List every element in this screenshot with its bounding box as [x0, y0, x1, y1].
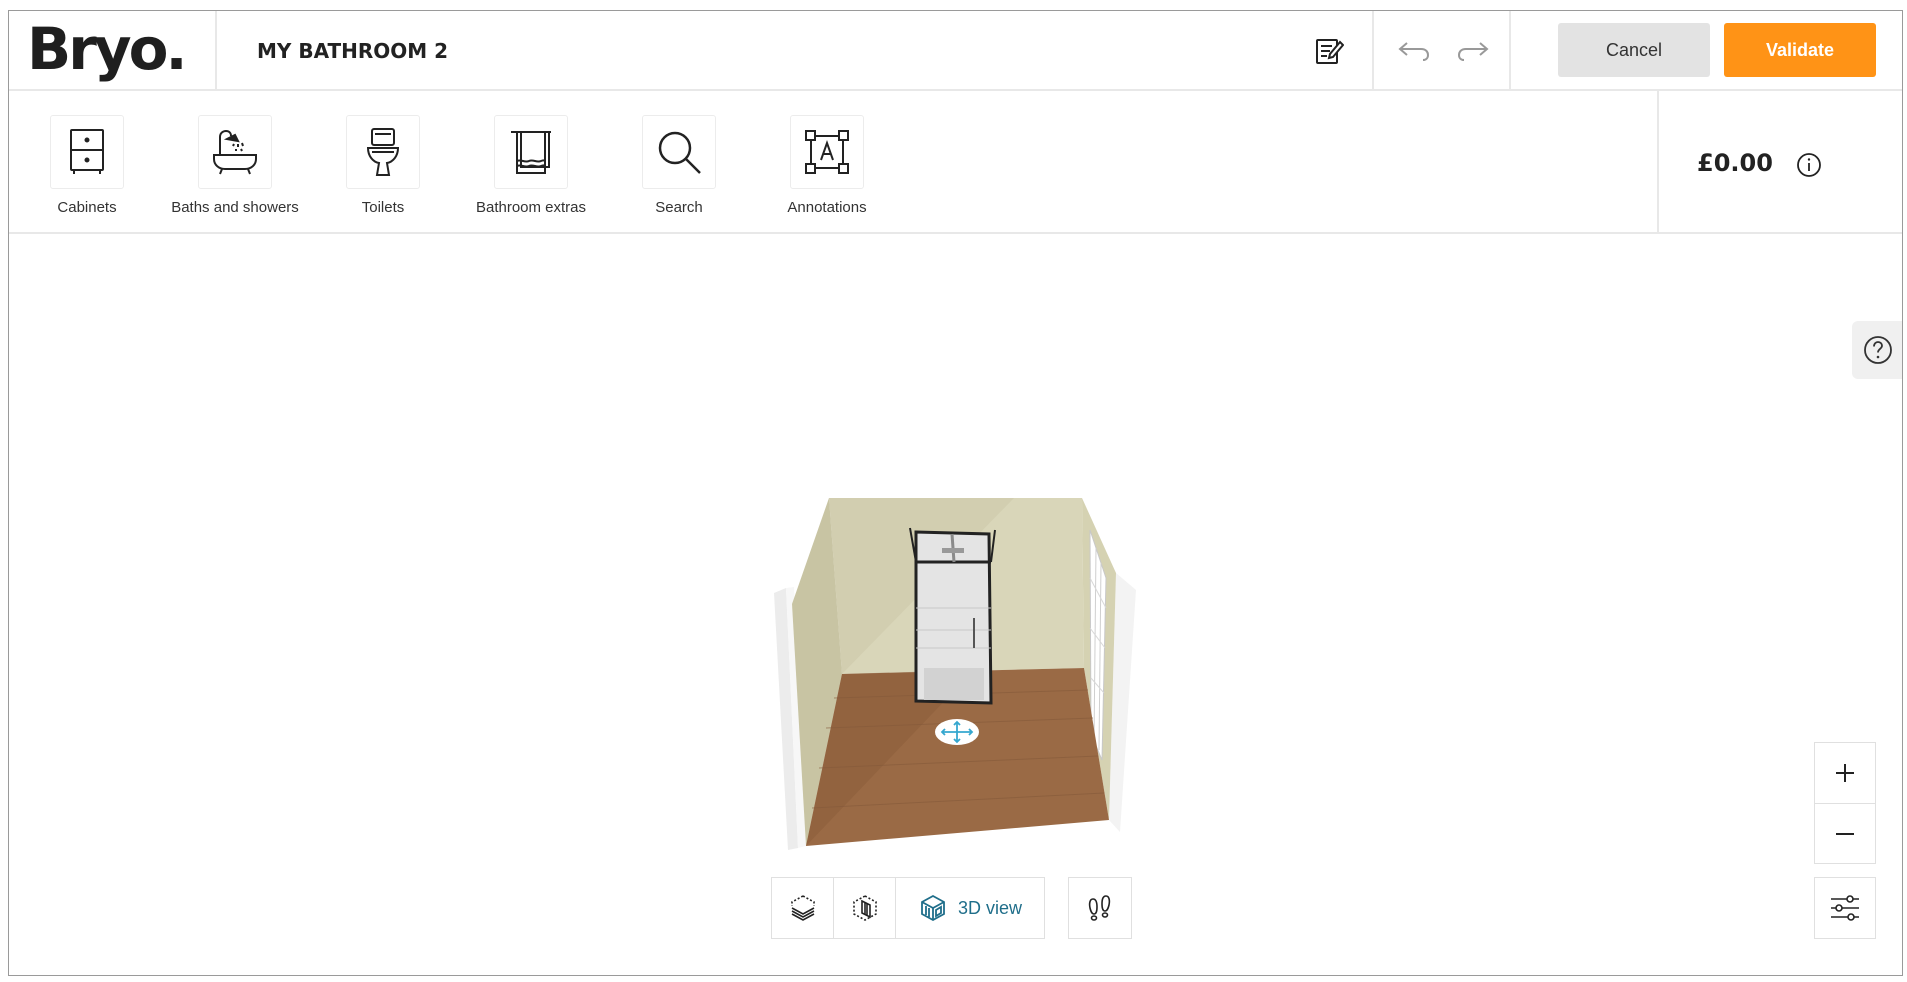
project-title: MY BATHROOM 2: [257, 39, 449, 63]
price-panel: £0.00: [1657, 91, 1902, 232]
header-divider: [1509, 11, 1511, 91]
tool-label: Cabinets: [57, 199, 117, 216]
view-2d-button[interactable]: [772, 878, 834, 938]
tool-bathroom-extras[interactable]: Bathroom extras: [457, 115, 605, 216]
minus-icon: [1836, 832, 1854, 835]
tool-icon-box: [50, 115, 124, 189]
undo-button[interactable]: [1392, 31, 1436, 71]
redo-arrow-icon: [1457, 42, 1489, 61]
zoom-controls: [1814, 742, 1876, 864]
catalog-toolbar: Cabinets Baths and showers Toilets Bathr…: [9, 91, 1902, 234]
app-frame: Bryo. MY BATHROOM 2 Cancel Validate Cabi…: [8, 10, 1903, 976]
3d-view-icon: [921, 894, 945, 922]
view-walls-button[interactable]: [834, 878, 896, 938]
tool-search[interactable]: Search: [605, 115, 753, 216]
redo-button[interactable]: [1451, 31, 1495, 71]
walk-mode-button[interactable]: [1068, 877, 1132, 939]
display-settings-button[interactable]: [1814, 877, 1876, 939]
brand-logo[interactable]: Bryo.: [27, 15, 187, 83]
tool-annotations[interactable]: Annotations: [753, 115, 901, 216]
total-price: £0.00: [1697, 149, 1773, 177]
room-3d-render[interactable]: [764, 498, 1154, 850]
walls-view-icon: [852, 895, 877, 921]
tool-label: Search: [655, 199, 703, 216]
tool-label: Toilets: [361, 199, 405, 216]
tool-toilets[interactable]: Toilets: [309, 115, 457, 216]
header-divider: [1372, 11, 1374, 91]
room-scene: [774, 498, 1136, 850]
price-info-button[interactable]: [1796, 152, 1822, 178]
tool-cabinets[interactable]: Cabinets: [13, 115, 161, 216]
validate-button[interactable]: Validate: [1724, 23, 1876, 77]
view-3d-label: 3D view: [957, 897, 1023, 918]
tool-icon-box: [346, 115, 420, 189]
zoom-out-button[interactable]: [1815, 803, 1875, 863]
undo-arrow-icon: [1398, 42, 1430, 61]
tool-icon-box: [642, 115, 716, 189]
tool-label: Annotations: [787, 199, 867, 216]
view-mode-bar: 3D view: [771, 877, 1045, 939]
tool-icon-box: [494, 115, 568, 189]
info-icon: [1797, 153, 1821, 177]
towel-icon: [511, 131, 551, 174]
zoom-in-button[interactable]: [1815, 743, 1875, 803]
plus-icon: [1836, 764, 1854, 782]
view-3d-button[interactable]: 3D view: [896, 878, 1044, 938]
bath-shower-icon: [213, 129, 257, 175]
search-icon: [658, 131, 701, 174]
help-button[interactable]: [1852, 321, 1902, 379]
cabinet-icon: [70, 129, 104, 174]
cancel-button[interactable]: Cancel: [1558, 23, 1710, 77]
floor-plan-2d-icon: [790, 895, 815, 921]
design-canvas[interactable]: 3D view: [9, 236, 1902, 975]
logo-cell: Bryo.: [9, 11, 217, 91]
tool-label: Bathroom extras: [475, 199, 587, 216]
edit-notes-icon: [1316, 39, 1344, 64]
footprints-icon: [1088, 895, 1111, 921]
edit-project-button[interactable]: [1309, 31, 1349, 71]
help-icon: [1864, 336, 1892, 364]
tool-label: Baths and showers: [171, 199, 299, 216]
tool-baths-and-showers[interactable]: Baths and showers: [161, 115, 309, 216]
sliders-icon: [1831, 895, 1859, 921]
top-header: Bryo. MY BATHROOM 2 Cancel Validate: [9, 11, 1902, 91]
annotation-icon: [805, 130, 849, 174]
tool-icon-box: [790, 115, 864, 189]
tool-icon-box: [198, 115, 272, 189]
toilet-icon: [366, 128, 400, 176]
